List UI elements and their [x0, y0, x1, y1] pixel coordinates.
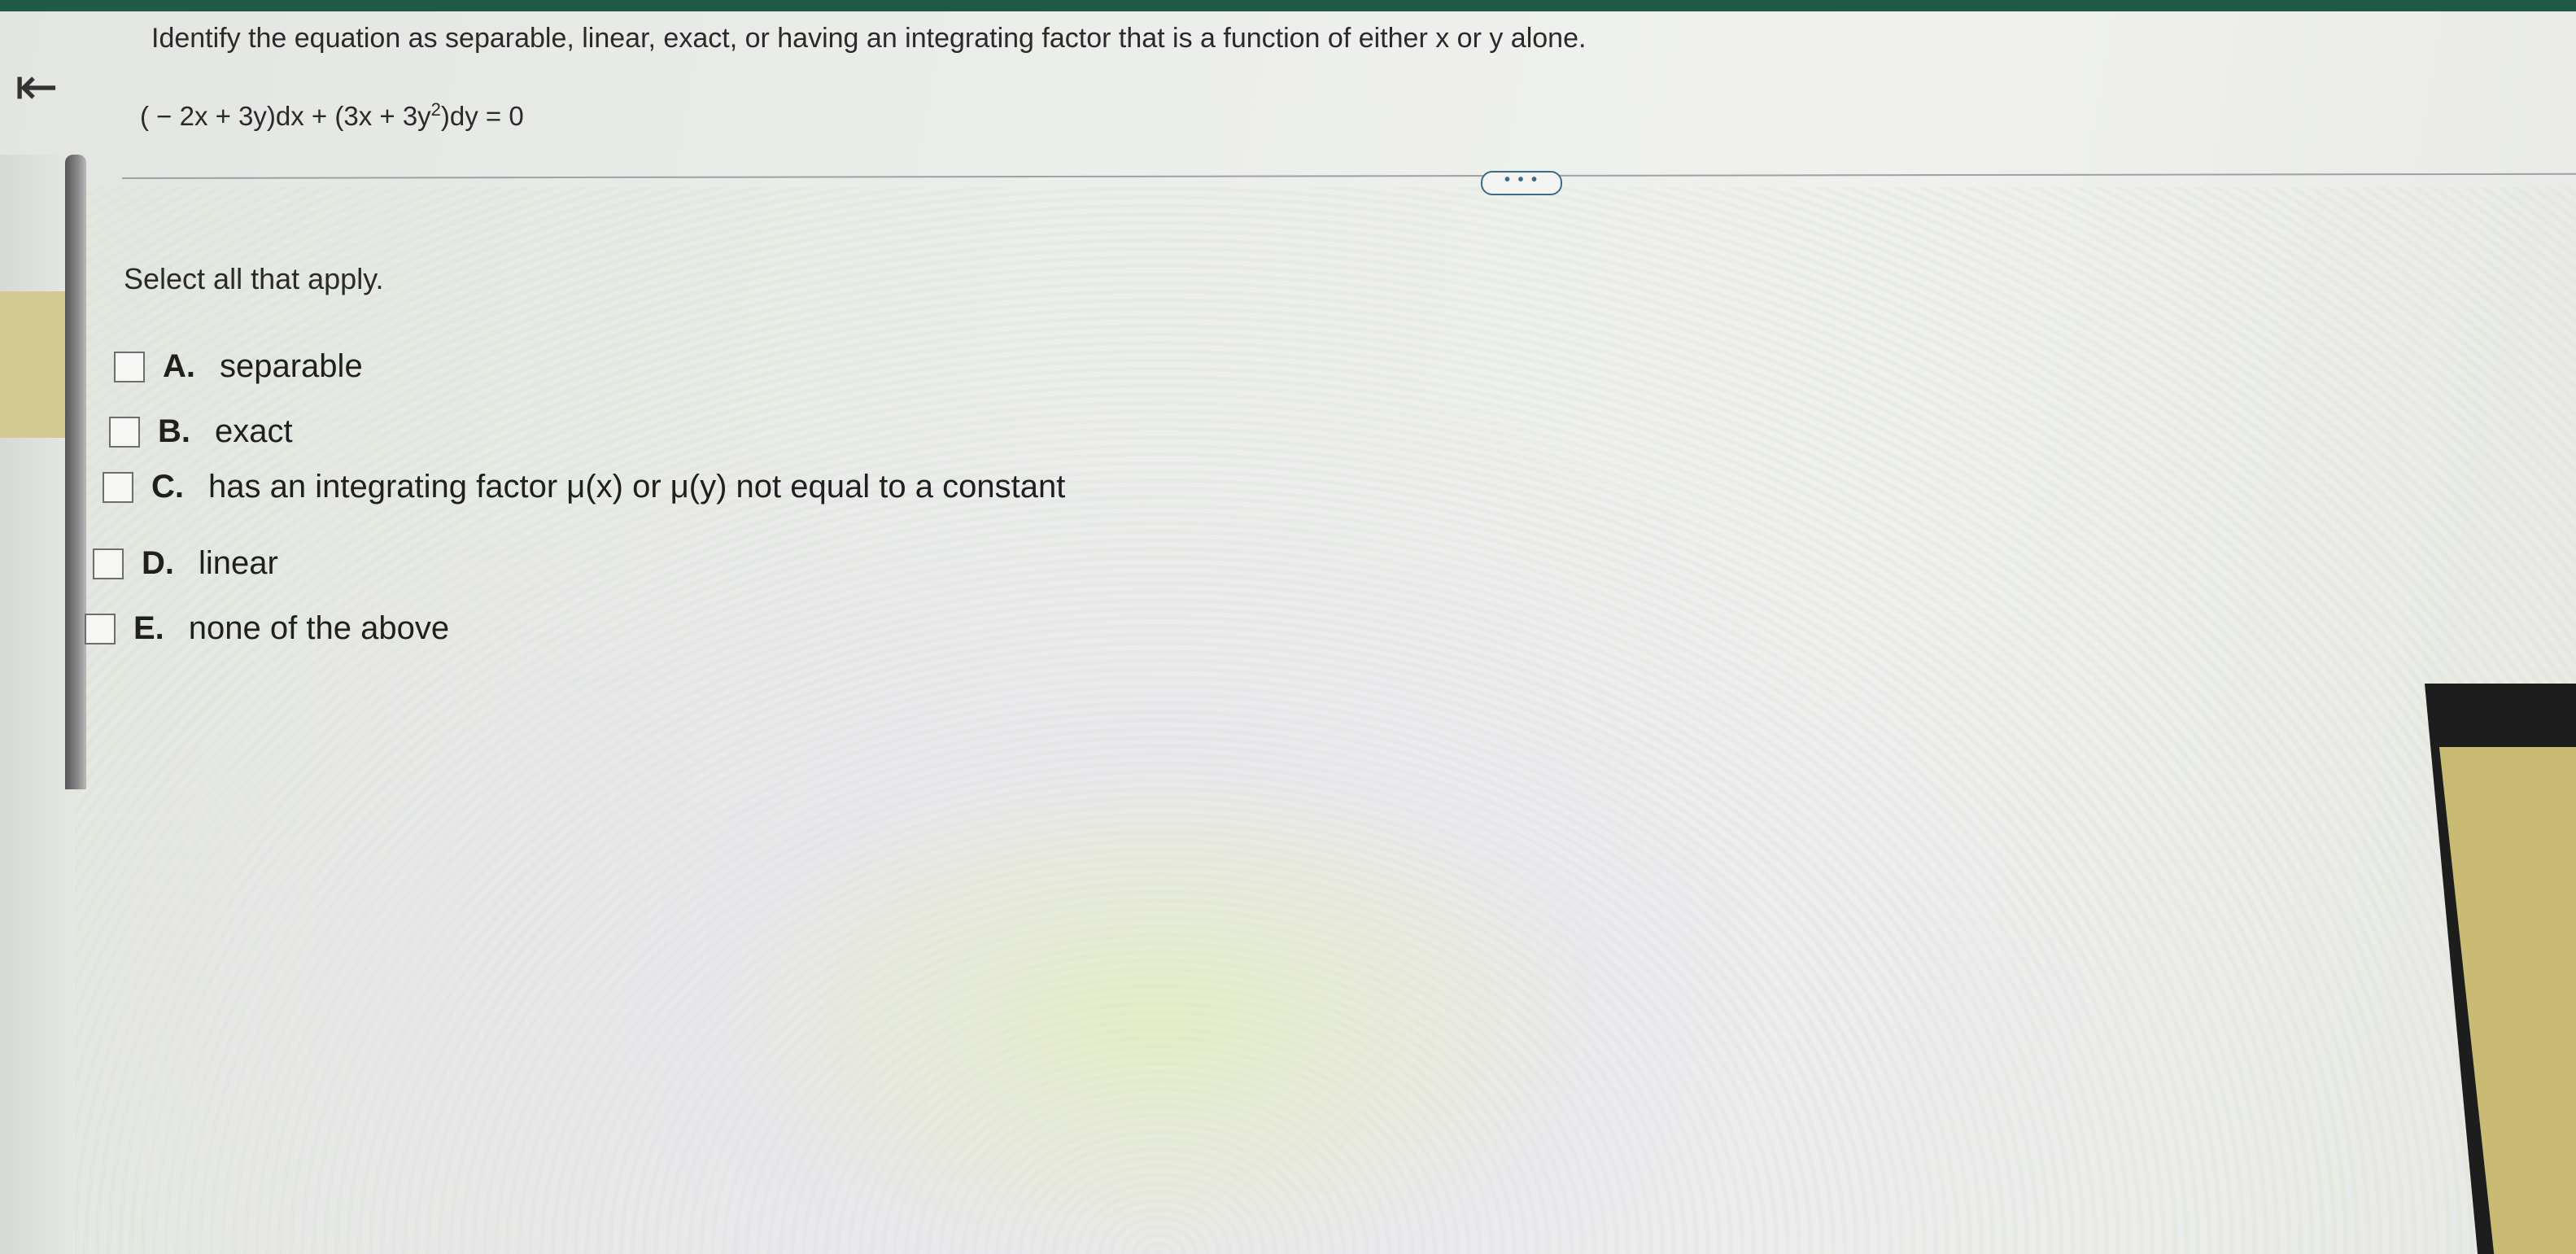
question-text: Identify the equation as separable, line…	[151, 23, 1587, 54]
option-label: none of the above	[188, 610, 450, 646]
left-rail-highlight	[0, 291, 73, 438]
option-letter: C.	[151, 469, 184, 505]
header-strip	[0, 0, 2576, 11]
option-letter: D.	[142, 545, 174, 581]
option-label: exact	[215, 413, 293, 449]
checkbox-c[interactable]	[103, 471, 133, 503]
option-letter: A.	[163, 348, 195, 384]
select-prompt: Select all that apply.	[124, 262, 384, 295]
checkbox-a[interactable]	[114, 351, 145, 382]
collapse-left-arrow-icon[interactable]: ⇤	[15, 60, 85, 112]
option-c[interactable]: C. has an integrating factor μ(x) or μ(y…	[103, 469, 1065, 505]
option-letter: E.	[133, 610, 164, 646]
option-a[interactable]: A. separable	[114, 348, 363, 385]
option-e[interactable]: E. none of the above	[85, 610, 449, 647]
checkbox-d[interactable]	[93, 548, 124, 579]
equation-part1: ( − 2x + 3y)dx + (3x + 3y	[140, 101, 431, 131]
equation-part2: )dy = 0	[440, 101, 524, 131]
option-label: separable	[220, 348, 363, 384]
option-b[interactable]: B. exact	[109, 413, 293, 450]
checkbox-b[interactable]	[109, 416, 140, 448]
option-label: has an integrating factor μ(x) or μ(y) n…	[208, 469, 1066, 505]
equation-exponent: 2	[430, 99, 441, 120]
equation: ( − 2x + 3y)dx + (3x + 3y2)dy = 0	[140, 99, 524, 132]
section-divider	[121, 173, 2576, 179]
left-scrollbar[interactable]	[65, 155, 86, 789]
page: ⇤ Identify the equation as separable, li…	[0, 0, 2576, 1254]
option-letter: B.	[158, 413, 190, 449]
option-label: linear	[199, 545, 278, 581]
more-options-button[interactable]: • • •	[1481, 171, 1562, 195]
screen-moire-pattern	[0, 187, 2576, 1254]
checkbox-e[interactable]	[85, 613, 116, 644]
option-d[interactable]: D. linear	[93, 545, 278, 582]
